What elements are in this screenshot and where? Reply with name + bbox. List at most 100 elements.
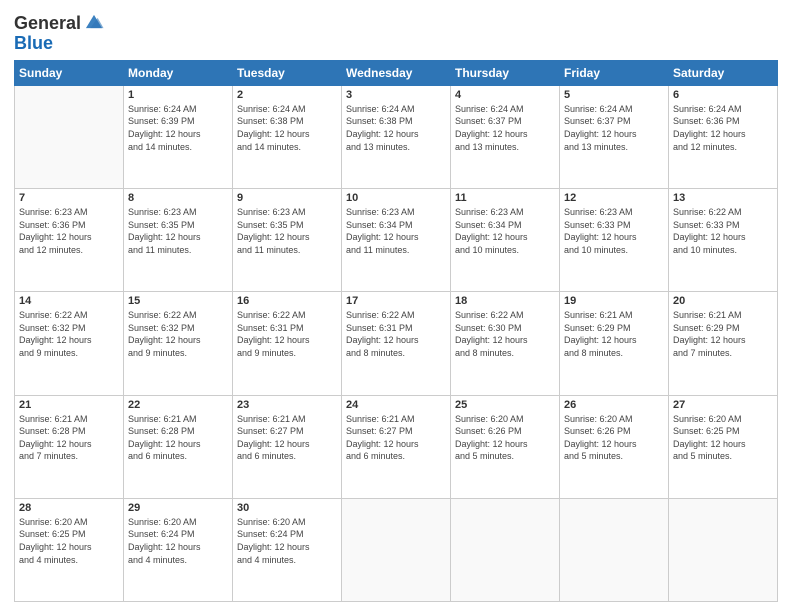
calendar-day-24: 24Sunrise: 6:21 AM Sunset: 6:27 PM Dayli… [342, 395, 451, 498]
day-number: 4 [455, 89, 555, 101]
day-info: Sunrise: 6:23 AM Sunset: 6:34 PM Dayligh… [346, 206, 446, 256]
day-info: Sunrise: 6:23 AM Sunset: 6:35 PM Dayligh… [128, 206, 228, 256]
calendar-day-18: 18 Sunrise: 6:22 AM Sunset: 6:30 PM Dayli… [451, 292, 560, 395]
calendar-day-27: 27Sunrise: 6:20 AM Sunset: 6:25 PM Dayli… [669, 395, 778, 498]
calendar-day-17: 17 Sunrise: 6:22 AM Sunset: 6:31 PM Dayli… [342, 292, 451, 395]
calendar-day-5: 5 Sunrise: 6:24 AM Sunset: 6:37 PM Daylig… [560, 85, 669, 188]
day-info: Sunrise: 6:20 AM Sunset: 6:24 PM Dayligh… [237, 516, 337, 566]
day-number: 28 [19, 502, 119, 514]
day-info: Sunrise: 6:23 AM Sunset: 6:33 PM Dayligh… [564, 206, 664, 256]
day-info: Sunrise: 6:22 AM Sunset: 6:31 PM Dayligh… [346, 309, 446, 359]
day-info: Sunrise: 6:21 AM Sunset: 6:28 PM Dayligh… [19, 413, 119, 463]
day-info: Sunrise: 6:22 AM Sunset: 6:31 PM Dayligh… [237, 309, 337, 359]
page: General Blue SundayMondayTuesdayWednesda… [0, 0, 792, 612]
day-info: Sunrise: 6:24 AM Sunset: 6:37 PM Dayligh… [455, 103, 555, 153]
calendar-day-10: 10 Sunrise: 6:23 AM Sunset: 6:34 PM Dayli… [342, 189, 451, 292]
calendar-day-30: 30 Sunrise: 6:20 AM Sunset: 6:24 PM Dayli… [233, 498, 342, 601]
weekday-header-sunday: Sunday [15, 60, 124, 85]
calendar-day-11: 11 Sunrise: 6:23 AM Sunset: 6:34 PM Dayli… [451, 189, 560, 292]
day-info: Sunrise: 6:24 AM Sunset: 6:37 PM Dayligh… [564, 103, 664, 153]
logo-text-blue: Blue [14, 34, 53, 54]
calendar-day-6: 6Sunrise: 6:24 AM Sunset: 6:36 PM Daylig… [669, 85, 778, 188]
calendar-day-8: 8 Sunrise: 6:23 AM Sunset: 6:35 PM Daylig… [124, 189, 233, 292]
weekday-header-saturday: Saturday [669, 60, 778, 85]
day-info: Sunrise: 6:20 AM Sunset: 6:26 PM Dayligh… [455, 413, 555, 463]
day-info: Sunrise: 6:21 AM Sunset: 6:29 PM Dayligh… [564, 309, 664, 359]
calendar-week-row: 14 Sunrise: 6:22 AM Sunset: 6:32 PM Dayli… [15, 292, 778, 395]
calendar-day-23: 23 Sunrise: 6:21 AM Sunset: 6:27 PM Dayli… [233, 395, 342, 498]
weekday-header-thursday: Thursday [451, 60, 560, 85]
calendar-week-row: 21 Sunrise: 6:21 AM Sunset: 6:28 PM Dayli… [15, 395, 778, 498]
calendar-week-row: 1 Sunrise: 6:24 AM Sunset: 6:39 PM Daylig… [15, 85, 778, 188]
day-number: 23 [237, 399, 337, 411]
day-info: Sunrise: 6:22 AM Sunset: 6:32 PM Dayligh… [128, 309, 228, 359]
day-number: 20 [673, 295, 773, 307]
calendar-day-22: 22 Sunrise: 6:21 AM Sunset: 6:28 PM Dayli… [124, 395, 233, 498]
calendar-day-21: 21 Sunrise: 6:21 AM Sunset: 6:28 PM Dayli… [15, 395, 124, 498]
day-number: 15 [128, 295, 228, 307]
day-info: Sunrise: 6:20 AM Sunset: 6:26 PM Dayligh… [564, 413, 664, 463]
calendar-day-7: 7 Sunrise: 6:23 AM Sunset: 6:36 PM Daylig… [15, 189, 124, 292]
day-number: 1 [128, 89, 228, 101]
day-number: 18 [455, 295, 555, 307]
calendar-empty-cell [560, 498, 669, 601]
calendar-day-2: 2 Sunrise: 6:24 AM Sunset: 6:38 PM Daylig… [233, 85, 342, 188]
day-info: Sunrise: 6:21 AM Sunset: 6:27 PM Dayligh… [346, 413, 446, 463]
day-info: Sunrise: 6:22 AM Sunset: 6:30 PM Dayligh… [455, 309, 555, 359]
day-info: Sunrise: 6:24 AM Sunset: 6:38 PM Dayligh… [346, 103, 446, 153]
calendar-empty-cell [451, 498, 560, 601]
weekday-header-row: SundayMondayTuesdayWednesdayThursdayFrid… [15, 60, 778, 85]
calendar-empty-cell [669, 498, 778, 601]
day-number: 2 [237, 89, 337, 101]
calendar-day-1: 1 Sunrise: 6:24 AM Sunset: 6:39 PM Daylig… [124, 85, 233, 188]
calendar-week-row: 7 Sunrise: 6:23 AM Sunset: 6:36 PM Daylig… [15, 189, 778, 292]
day-number: 14 [19, 295, 119, 307]
weekday-header-monday: Monday [124, 60, 233, 85]
day-info: Sunrise: 6:21 AM Sunset: 6:27 PM Dayligh… [237, 413, 337, 463]
calendar-day-15: 15 Sunrise: 6:22 AM Sunset: 6:32 PM Dayli… [124, 292, 233, 395]
day-number: 22 [128, 399, 228, 411]
weekday-header-friday: Friday [560, 60, 669, 85]
weekday-header-tuesday: Tuesday [233, 60, 342, 85]
day-number: 21 [19, 399, 119, 411]
day-number: 8 [128, 192, 228, 204]
calendar-day-12: 12 Sunrise: 6:23 AM Sunset: 6:33 PM Dayli… [560, 189, 669, 292]
day-number: 10 [346, 192, 446, 204]
day-number: 9 [237, 192, 337, 204]
weekday-header-wednesday: Wednesday [342, 60, 451, 85]
day-info: Sunrise: 6:24 AM Sunset: 6:38 PM Dayligh… [237, 103, 337, 153]
day-number: 27 [673, 399, 773, 411]
day-number: 11 [455, 192, 555, 204]
calendar-day-16: 16Sunrise: 6:22 AM Sunset: 6:31 PM Dayli… [233, 292, 342, 395]
day-number: 26 [564, 399, 664, 411]
day-number: 12 [564, 192, 664, 204]
calendar-empty-cell [342, 498, 451, 601]
day-info: Sunrise: 6:23 AM Sunset: 6:36 PM Dayligh… [19, 206, 119, 256]
day-number: 7 [19, 192, 119, 204]
day-number: 3 [346, 89, 446, 101]
calendar-day-4: 4 Sunrise: 6:24 AM Sunset: 6:37 PM Daylig… [451, 85, 560, 188]
day-number: 30 [237, 502, 337, 514]
calendar-day-19: 19 Sunrise: 6:21 AM Sunset: 6:29 PM Dayli… [560, 292, 669, 395]
calendar-day-14: 14 Sunrise: 6:22 AM Sunset: 6:32 PM Dayli… [15, 292, 124, 395]
logo: General Blue [14, 14, 105, 54]
calendar-table: SundayMondayTuesdayWednesdayThursdayFrid… [14, 60, 778, 602]
calendar-day-26: 26 Sunrise: 6:20 AM Sunset: 6:26 PM Dayli… [560, 395, 669, 498]
calendar-day-13: 13 Sunrise: 6:22 AM Sunset: 6:33 PM Dayli… [669, 189, 778, 292]
day-info: Sunrise: 6:22 AM Sunset: 6:33 PM Dayligh… [673, 206, 773, 256]
logo-icon [83, 12, 105, 34]
day-info: Sunrise: 6:24 AM Sunset: 6:39 PM Dayligh… [128, 103, 228, 153]
calendar-day-20: 20Sunrise: 6:21 AM Sunset: 6:29 PM Dayli… [669, 292, 778, 395]
day-info: Sunrise: 6:22 AM Sunset: 6:32 PM Dayligh… [19, 309, 119, 359]
day-number: 13 [673, 192, 773, 204]
logo-text-general: General [14, 14, 81, 34]
day-number: 5 [564, 89, 664, 101]
day-number: 29 [128, 502, 228, 514]
calendar-day-25: 25Sunrise: 6:20 AM Sunset: 6:26 PM Dayli… [451, 395, 560, 498]
calendar-day-29: 29Sunrise: 6:20 AM Sunset: 6:24 PM Dayli… [124, 498, 233, 601]
day-number: 6 [673, 89, 773, 101]
day-number: 19 [564, 295, 664, 307]
day-info: Sunrise: 6:21 AM Sunset: 6:28 PM Dayligh… [128, 413, 228, 463]
day-info: Sunrise: 6:23 AM Sunset: 6:34 PM Dayligh… [455, 206, 555, 256]
day-number: 17 [346, 295, 446, 307]
